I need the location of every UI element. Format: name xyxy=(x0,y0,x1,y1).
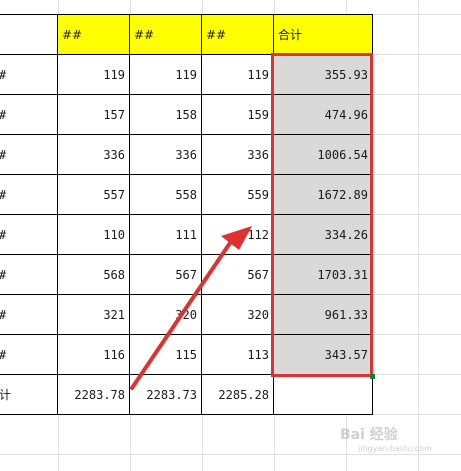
watermark-url: jingyan.baidu.com xyxy=(358,444,432,453)
watermark: Bai 经验 jingyan.baidu.com xyxy=(340,424,432,453)
annotation-arrow xyxy=(130,226,252,390)
arrow-shaft xyxy=(130,238,234,390)
watermark-brand: Bai 经验 xyxy=(340,427,398,443)
